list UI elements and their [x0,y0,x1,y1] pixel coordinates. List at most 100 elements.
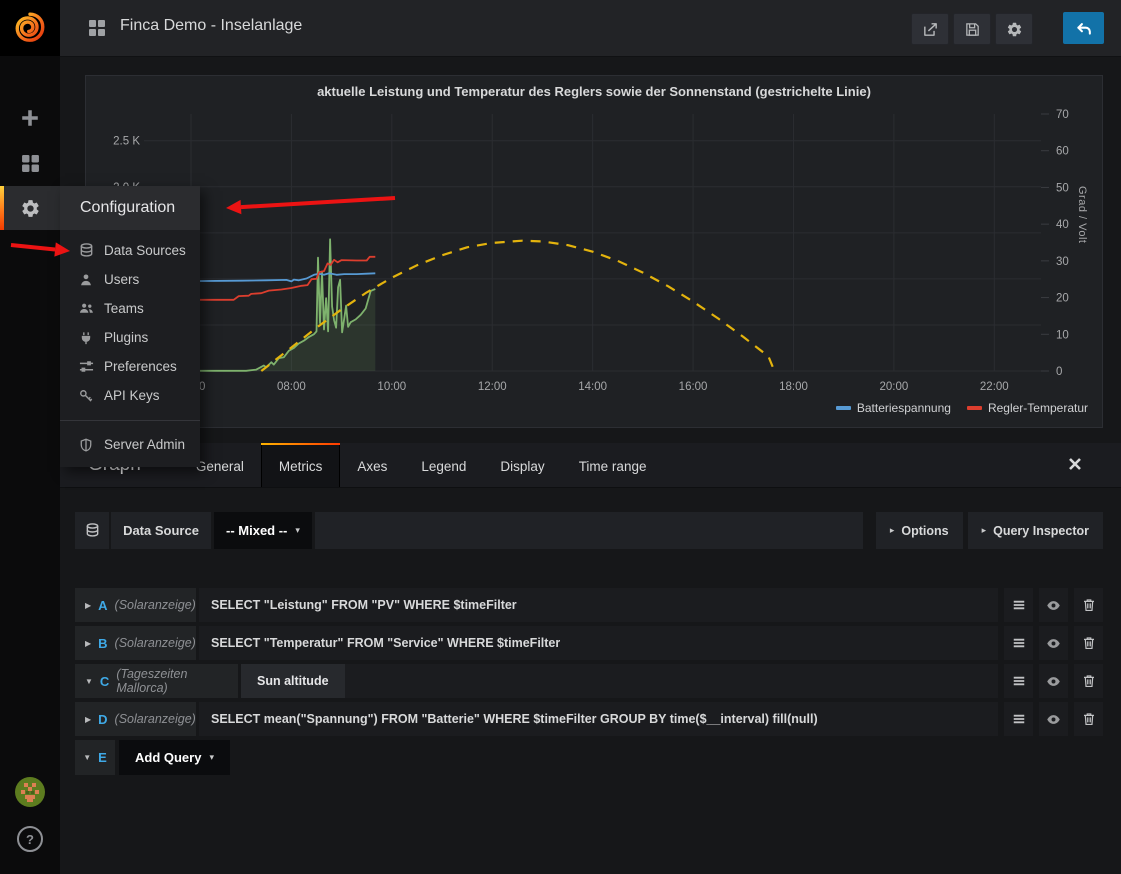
query-menu-button-A[interactable] [1004,588,1033,622]
caret-right-icon: ▶ [85,639,91,648]
menu-item-api-keys[interactable]: API Keys [60,381,200,410]
svg-text:0: 0 [1056,366,1062,378]
query-visibility-button-A[interactable] [1039,588,1068,622]
query-row-D: ▶ D (Solaranzeige) SELECT mean("Spannung… [75,702,1103,736]
query-delete-button-C[interactable] [1074,664,1103,698]
query-row-B: ▶ B (Solaranzeige) SELECT "Temperatur" F… [75,626,1103,660]
create-button[interactable] [0,98,60,138]
time-series-chart[interactable]: 05001.0 K1.5 K2.0 K2.5 K0102030405060700… [86,76,1102,427]
gear-icon [1006,21,1023,38]
dashboard-grid-icon[interactable] [88,19,106,37]
query-delete-button-B[interactable] [1074,626,1103,660]
menu-item-teams[interactable]: Teams [60,294,200,323]
options-button[interactable]: ▸ Options [876,512,963,549]
grafana-app: ? Finca Demo - Inselanlage a [0,0,1121,874]
menu-item-users[interactable]: Users [60,265,200,294]
tab-legend[interactable]: Legend [404,443,483,487]
query-toggle-D[interactable]: ▶ D (Solaranzeige) [75,702,196,736]
plug-icon [78,330,94,346]
configuration-menu: Configuration Data Sources Users Teams P… [60,186,200,467]
user-avatar[interactable] [0,775,60,809]
close-editor-button[interactable] [1068,457,1081,471]
caret-down-icon: ▼ [83,753,91,762]
key-icon [78,388,94,404]
caret-right-icon: ▸ [890,525,895,536]
svg-text:08:00: 08:00 [277,381,306,393]
close-icon [1068,457,1082,471]
query-toggle-E[interactable]: ▼ E [75,740,115,775]
avatar [14,776,46,808]
legend-item-batteriespannung[interactable]: Batteriespannung [836,401,951,415]
caret-right-icon: ▶ [85,601,91,610]
query-text-D: SELECT mean("Spannung") FROM "Batterie" … [199,712,818,726]
tab-display[interactable]: Display [483,443,561,487]
help-icon: ? [17,826,43,852]
datasource-select[interactable]: -- Mixed -- ▾ [214,512,312,549]
menu-item-plugins[interactable]: Plugins [60,323,200,352]
datasource-row: Data Source -- Mixed -- ▾ ▸ Options ▸ Qu… [75,512,1103,549]
gear-icon [20,198,41,219]
caret-down-icon: ▾ [209,752,214,763]
grafana-logo[interactable] [0,0,60,56]
svg-text:20: 20 [1056,293,1069,305]
query-delete-button-D[interactable] [1074,702,1103,736]
caret-right-icon: ▶ [85,715,91,724]
tab-time-range[interactable]: Time range [562,443,664,487]
caret-right-icon: ▸ [982,525,987,536]
svg-text:2.5 K: 2.5 K [113,136,140,148]
query-list: ▶ A (Solaranzeige) SELECT "Leistung" FRO… [75,588,1103,740]
query-menu-button-C[interactable] [1004,664,1033,698]
legend-item-regler-temperatur[interactable]: Regler-Temperatur [967,401,1088,415]
query-visibility-button-C[interactable] [1039,664,1068,698]
query-inspector-button[interactable]: ▸ Query Inspector [968,512,1103,549]
grafana-flame-icon [13,11,47,45]
menu-item-data-sources[interactable]: Data Sources [60,236,200,265]
svg-text:70: 70 [1056,109,1069,121]
top-navbar: Finca Demo - Inselanlage [60,0,1121,57]
query-toggle-B[interactable]: ▶ B (Solaranzeige) [75,626,196,660]
user-icon [78,272,94,288]
svg-text:10:00: 10:00 [377,381,406,393]
menu-item-server-admin[interactable]: Server Admin [60,430,200,459]
query-toggle-C[interactable]: ▼ C (Tageszeiten Mallorca) [75,664,238,698]
tab-axes[interactable]: Axes [340,443,404,487]
database-icon [78,243,94,259]
dashboards-icon [21,154,40,173]
legend-color-swatch [836,406,851,410]
help-button[interactable]: ? [0,826,60,852]
menu-divider [60,420,200,421]
tab-metrics[interactable]: Metrics [261,443,341,487]
shield-icon [78,437,94,453]
config-menu-items: Data Sources Users Teams Plugins Prefere… [60,230,200,467]
query-menu-button-D[interactable] [1004,702,1033,736]
query-visibility-button-D[interactable] [1039,702,1068,736]
share-icon [922,21,939,38]
go-back-button[interactable] [1063,12,1104,44]
svg-text:50: 50 [1056,182,1069,194]
dashboard-settings-button[interactable] [995,13,1033,45]
svg-text:60: 60 [1056,146,1069,158]
add-query-row: ▼ E Add Query ▾ [75,740,230,775]
caret-down-icon: ▾ [295,525,300,536]
save-button[interactable] [953,13,991,45]
svg-text:40: 40 [1056,219,1069,231]
query-toggle-A[interactable]: ▶ A (Solaranzeige) [75,588,196,622]
query-visibility-button-B[interactable] [1039,626,1068,660]
menu-item-preferences[interactable]: Preferences [60,352,200,381]
plus-icon [20,108,40,128]
svg-text:22:00: 22:00 [980,381,1009,393]
graph-panel: aktuelle Leistung und Temperatur des Reg… [85,75,1103,428]
dashboards-button[interactable] [0,143,60,183]
query-menu-button-B[interactable] [1004,626,1033,660]
query-delete-button-A[interactable] [1074,588,1103,622]
datasource-row-filler [315,512,863,549]
svg-text:10: 10 [1056,329,1069,341]
add-query-button[interactable]: Add Query ▾ [119,740,230,775]
sun-altitude-button[interactable]: Sun altitude [241,664,345,698]
configuration-button[interactable] [0,186,60,230]
share-button[interactable] [911,13,949,45]
dashboard-title[interactable]: Finca Demo - Inselanlage [120,17,302,35]
svg-text:18:00: 18:00 [779,381,808,393]
query-text-A: SELECT "Leistung" FROM "PV" WHERE $timeF… [199,598,517,612]
chart-legend: Batteriespannung Regler-Temperatur [836,401,1088,415]
